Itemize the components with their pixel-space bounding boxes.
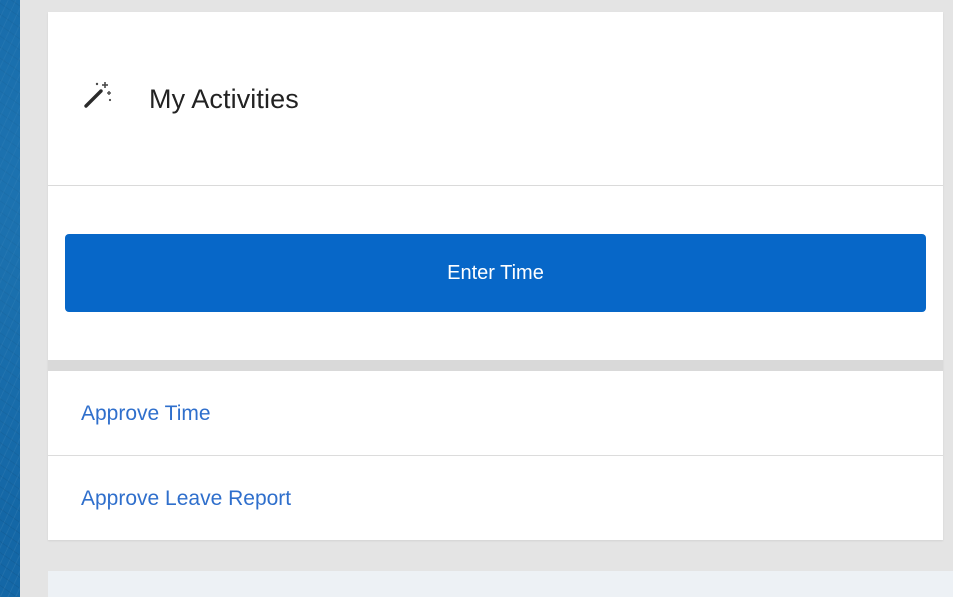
approve-leave-report-link[interactable]: Approve Leave Report <box>81 485 291 513</box>
card-header: My Activities <box>48 12 943 186</box>
my-activities-card: My Activities Enter Time Approve Time Ap… <box>48 12 943 540</box>
list-item[interactable]: Approve Time <box>48 371 943 456</box>
approve-time-link[interactable]: Approve Time <box>81 400 211 428</box>
next-card <box>48 571 953 597</box>
list-item[interactable]: Approve Leave Report <box>48 456 943 540</box>
card-title: My Activities <box>149 84 299 114</box>
enter-time-button[interactable]: Enter Time <box>65 234 926 312</box>
magic-wand-icon <box>82 80 112 110</box>
section-divider <box>48 360 943 371</box>
